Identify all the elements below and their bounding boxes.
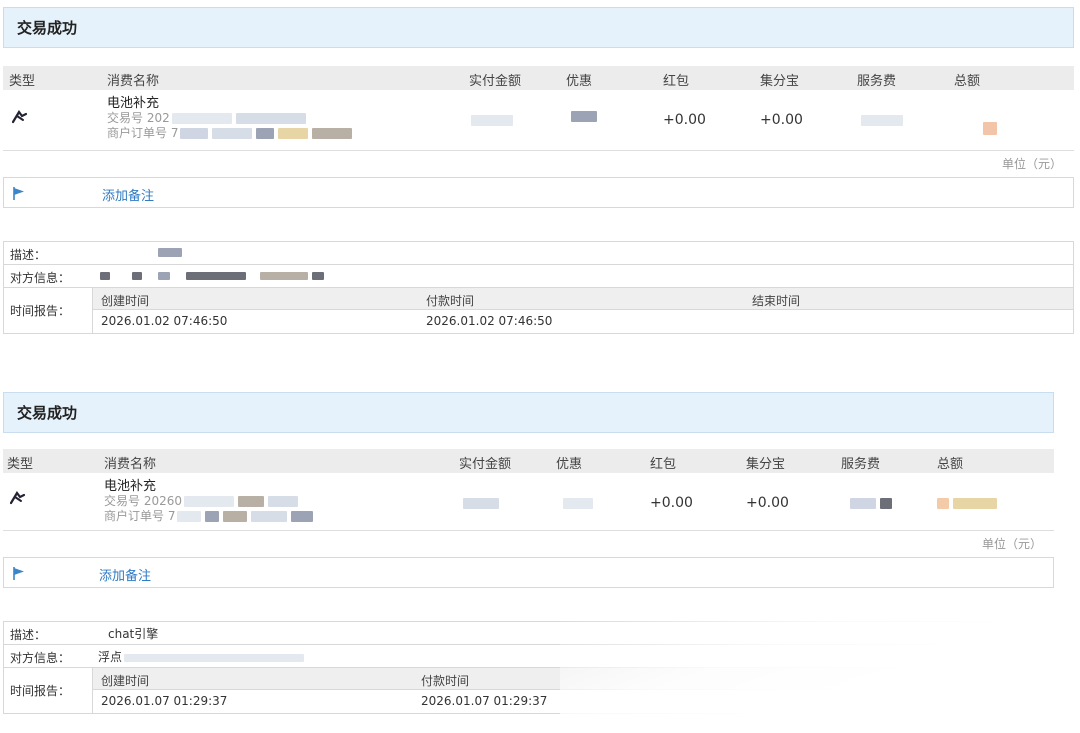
paid-time-value: 2026.01.02 07:46:50 bbox=[426, 314, 553, 328]
col-red-packet: 红包 bbox=[650, 457, 677, 472]
counterparty-value-redacted bbox=[98, 268, 326, 282]
col-paid: 实付金额 bbox=[469, 74, 522, 89]
col-discount: 优惠 bbox=[566, 74, 593, 89]
description-row: 描述： bbox=[4, 242, 1073, 265]
counterparty-row: 对方信息： bbox=[4, 265, 1073, 288]
description-label: 描述： bbox=[10, 248, 47, 262]
paid-amount-redacted bbox=[461, 495, 501, 511]
counterparty-row: 对方信息： 浮点 bbox=[4, 645, 1053, 668]
time-header-row: 创建时间 付款时间 bbox=[93, 668, 1053, 690]
items-table: 类型 消费名称 实付金额 优惠 红包 集分宝 服务费 总额 电池补充 交易号 2… bbox=[3, 66, 1074, 151]
col-points: 集分宝 bbox=[746, 457, 786, 472]
col-discount: 优惠 bbox=[556, 457, 583, 472]
service-fee-redacted bbox=[848, 495, 894, 511]
time-grid: 创建时间 付款时间 结束时间 2026.01.02 07:46:50 2026.… bbox=[93, 288, 1073, 333]
description-row: 描述： chat引擎 bbox=[4, 622, 1053, 645]
description-label: 描述： bbox=[10, 628, 47, 642]
created-time-header: 创建时间 bbox=[101, 674, 150, 688]
col-paid: 实付金额 bbox=[459, 457, 512, 472]
paid-time-value: 2026.01.07 01:29:37 bbox=[421, 694, 548, 708]
time-grid: 创建时间 付款时间 2026.01.07 01:29:37 2026.01.07… bbox=[93, 668, 1053, 713]
col-name: 消费名称 bbox=[104, 457, 157, 472]
add-remark-link[interactable]: 添加备注 bbox=[102, 185, 154, 204]
table-header: 类型 消费名称 实付金额 优惠 红包 集分宝 服务费 总额 bbox=[3, 66, 1074, 90]
item-name: 电池补充 bbox=[107, 96, 160, 111]
time-value-row: 2026.01.07 01:29:37 2026.01.07 01:29:37 bbox=[93, 690, 1053, 712]
col-service-fee: 服务费 bbox=[857, 74, 897, 89]
points-value: +0.00 bbox=[746, 495, 789, 511]
item-name-block: 电池补充 交易号 20260 商户订单号 7 bbox=[104, 479, 315, 524]
merchant-order-no: 商户订单号 7 bbox=[104, 509, 315, 524]
discount-redacted bbox=[569, 108, 599, 124]
col-name: 消费名称 bbox=[107, 74, 160, 89]
flag-icon bbox=[13, 567, 24, 580]
red-packet-value: +0.00 bbox=[650, 495, 693, 511]
description-value: chat引擎 bbox=[108, 627, 159, 641]
remark-bar: 添加备注 bbox=[3, 557, 1054, 588]
merchant-order-no: 商户订单号 7 bbox=[107, 126, 354, 141]
total-redacted bbox=[935, 495, 999, 511]
counterparty-label: 对方信息： bbox=[10, 271, 71, 285]
paid-time-header: 付款时间 bbox=[421, 674, 470, 688]
trade-no: 交易号 202 bbox=[107, 111, 354, 126]
status-title: 交易成功 bbox=[3, 392, 1054, 433]
paid-amount-redacted bbox=[469, 112, 515, 128]
app-type-icon bbox=[11, 110, 28, 124]
paid-time-header: 付款时间 bbox=[426, 294, 475, 308]
created-time-header: 创建时间 bbox=[101, 294, 150, 308]
item-name: 电池补充 bbox=[104, 479, 157, 494]
red-packet-value: +0.00 bbox=[663, 112, 706, 128]
col-points: 集分宝 bbox=[760, 74, 800, 89]
points-value: +0.00 bbox=[760, 112, 803, 128]
time-report-label: 时间报告： bbox=[4, 288, 93, 333]
items-table: 类型 消费名称 实付金额 优惠 红包 集分宝 服务费 总额 电池补充 交易号 2… bbox=[3, 449, 1054, 531]
col-red-packet: 红包 bbox=[663, 74, 690, 89]
time-report-label: 时间报告： bbox=[4, 668, 93, 713]
col-service-fee: 服务费 bbox=[841, 457, 881, 472]
end-time-header: 结束时间 bbox=[752, 294, 801, 308]
table-header: 类型 消费名称 实付金额 优惠 红包 集分宝 服务费 总额 bbox=[3, 449, 1054, 473]
col-total: 总额 bbox=[954, 74, 981, 89]
counterparty-value: 浮点 bbox=[98, 648, 306, 665]
service-fee-redacted bbox=[859, 112, 905, 128]
table-row: 电池补充 交易号 20260 商户订单号 7 +0.00 +0.00 bbox=[3, 473, 1054, 530]
col-type: 类型 bbox=[7, 457, 34, 472]
transaction-card-2: 交易成功 类型 消费名称 实付金额 优惠 红包 集分宝 服务费 总额 电池补充 … bbox=[3, 392, 1054, 714]
trade-no: 交易号 20260 bbox=[104, 494, 315, 509]
counterparty-label: 对方信息： bbox=[10, 651, 71, 665]
item-name-block: 电池补充 交易号 202 商户订单号 7 bbox=[107, 96, 354, 141]
description-value-redacted bbox=[98, 245, 184, 259]
time-report-row: 时间报告： 创建时间 付款时间 结束时间 2026.01.02 07:46:50… bbox=[4, 288, 1073, 333]
col-type: 类型 bbox=[9, 74, 36, 89]
app-type-icon bbox=[9, 491, 26, 505]
discount-redacted bbox=[561, 495, 595, 511]
add-remark-link[interactable]: 添加备注 bbox=[99, 565, 151, 584]
time-header-row: 创建时间 付款时间 结束时间 bbox=[93, 288, 1073, 310]
info-table: 描述： chat引擎 对方信息： 浮点 时间报告： 创建时间 付款时间 2026… bbox=[3, 621, 1054, 714]
unit-label: 单位（元） bbox=[1001, 157, 1062, 171]
remark-bar: 添加备注 bbox=[3, 177, 1074, 208]
transaction-card-1: 交易成功 类型 消费名称 实付金额 优惠 红包 集分宝 服务费 总额 电池补充 … bbox=[3, 7, 1074, 334]
flag-icon bbox=[13, 187, 24, 200]
created-time-value: 2026.01.07 01:29:37 bbox=[101, 694, 228, 708]
col-total: 总额 bbox=[937, 457, 964, 472]
time-value-row: 2026.01.02 07:46:50 2026.01.02 07:46:50 bbox=[93, 310, 1073, 332]
status-title: 交易成功 bbox=[3, 7, 1074, 48]
info-table: 描述： 对方信息： 时间报告： 创建时间 付款时间 结束时间 2026.01.0… bbox=[3, 241, 1074, 334]
time-report-row: 时间报告： 创建时间 付款时间 2026.01.07 01:29:37 2026… bbox=[4, 668, 1053, 713]
total-redacted bbox=[981, 120, 999, 136]
unit-label: 单位（元） bbox=[981, 537, 1042, 551]
table-row: 电池补充 交易号 202 商户订单号 7 +0.00 +0.00 bbox=[3, 90, 1074, 150]
created-time-value: 2026.01.02 07:46:50 bbox=[101, 314, 228, 328]
